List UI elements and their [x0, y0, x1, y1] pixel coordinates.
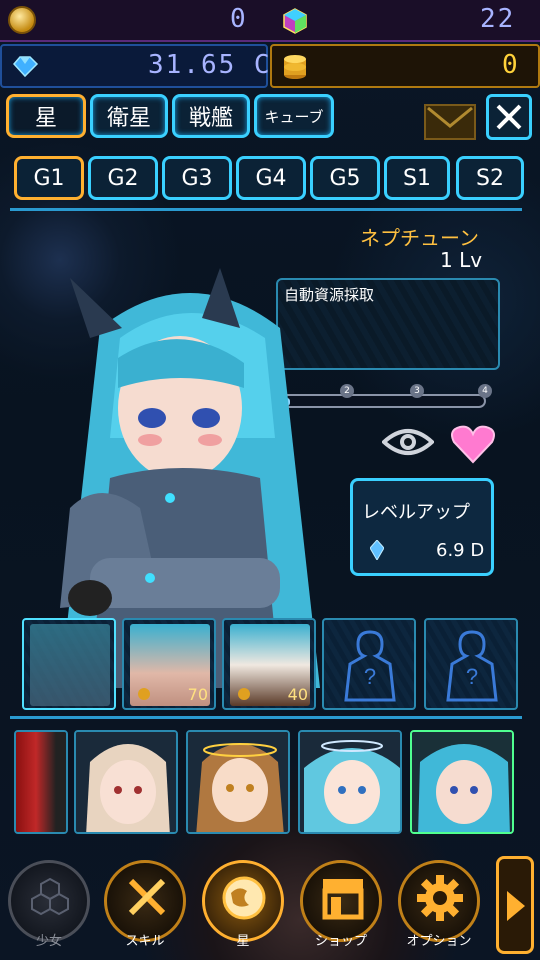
- girl-thumbnail: [16, 732, 66, 832]
- girl-thumbnail: [188, 732, 288, 832]
- girl-portrait-selected[interactable]: [410, 730, 514, 834]
- svg-text:?: ?: [466, 664, 478, 689]
- level-up-button[interactable]: [350, 478, 494, 576]
- grade-s2[interactable]: S2: [456, 156, 524, 200]
- tab-battleship[interactable]: 戦艦: [172, 94, 250, 138]
- shop-icon: [322, 879, 364, 920]
- nav-shop-label: ショップ: [314, 934, 367, 949]
- girl-thumbnail: [300, 732, 400, 832]
- locked-silhouette-icon: ?: [446, 630, 498, 702]
- cube-count: 22: [480, 4, 516, 34]
- chevron-right-icon: [507, 891, 525, 921]
- tab-satellite[interactable]: 衛星: [90, 94, 168, 138]
- planet-name: ネプチューン: [360, 226, 479, 250]
- level-up-cost: 6.9 D: [436, 540, 485, 561]
- nav-skill-label: スキル: [125, 934, 165, 949]
- gear-icon: [417, 875, 463, 921]
- close-button[interactable]: [486, 94, 532, 140]
- tab-label: 衛星: [106, 106, 151, 131]
- level-up-label: レベルアップ: [362, 502, 470, 523]
- nav-next-button[interactable]: [496, 856, 534, 954]
- outfit-cost: 70: [187, 685, 208, 704]
- girl-portrait[interactable]: [14, 730, 68, 834]
- tab-label: キューブ: [264, 107, 324, 126]
- girl-portrait[interactable]: [74, 730, 178, 834]
- grade-g2[interactable]: G2: [88, 156, 158, 200]
- grade-g5[interactable]: G5: [310, 156, 380, 200]
- grade-g4[interactable]: G4: [236, 156, 306, 200]
- outfit-slot[interactable]: 40: [222, 618, 316, 710]
- outfit-slot[interactable]: 70: [122, 618, 216, 710]
- grade-label: G2: [107, 165, 139, 191]
- coin-count: 0: [230, 4, 248, 34]
- outfit-cost: 40: [287, 685, 308, 704]
- grade-g1[interactable]: G1: [14, 156, 84, 200]
- divider: [10, 716, 522, 719]
- nav-option-label: オプション: [406, 934, 472, 949]
- nav-planet-label: 星: [236, 934, 250, 949]
- progress-marker: 3: [410, 384, 424, 398]
- grade-label: G4: [255, 165, 287, 191]
- planet-level: 1 Lv: [440, 248, 483, 272]
- outfit-slot-locked[interactable]: ?: [322, 618, 416, 710]
- nav-girls-label: 少女: [35, 934, 62, 949]
- tab-label: 戦艦: [188, 106, 233, 131]
- crystal-amount: 31.65 C: [148, 50, 272, 80]
- sword-icon: [128, 878, 166, 916]
- top-currency-bar: [0, 0, 540, 42]
- svg-text:?: ?: [364, 664, 376, 689]
- outfit-slot[interactable]: [22, 618, 116, 710]
- progress-marker: 4: [478, 384, 492, 398]
- hex-icon: [31, 877, 69, 916]
- grade-label: S1: [403, 165, 431, 191]
- tab-label: 星: [34, 106, 57, 131]
- gold-stack-icon: [284, 55, 306, 79]
- crystal-icon: [12, 56, 39, 78]
- coin-icon: [138, 688, 150, 700]
- tab-star[interactable]: 星: [6, 94, 86, 138]
- grade-label: G5: [329, 165, 361, 191]
- grade-label: G3: [181, 165, 213, 191]
- outfit-slot-locked[interactable]: ?: [424, 618, 518, 710]
- girl-thumbnail: [76, 732, 176, 832]
- mail-icon[interactable]: [424, 104, 476, 140]
- grade-g3[interactable]: G3: [162, 156, 232, 200]
- outfit-thumbnail: [30, 624, 110, 706]
- tab-cube[interactable]: キューブ: [254, 94, 334, 138]
- grade-label: G1: [33, 165, 65, 191]
- cube-icon: [283, 8, 307, 34]
- planet-icon: [222, 876, 266, 920]
- heart-icon[interactable]: [450, 424, 496, 464]
- girl-thumbnail: [412, 732, 512, 832]
- girl-portrait[interactable]: [298, 730, 402, 834]
- coin-icon: [8, 6, 36, 34]
- close-icon: [496, 104, 522, 130]
- eye-icon[interactable]: [382, 424, 434, 460]
- crystal-icon: [370, 540, 384, 560]
- divider: [10, 208, 522, 211]
- gold-bar: [270, 44, 540, 88]
- grade-label: S2: [476, 165, 504, 191]
- locked-silhouette-icon: ?: [344, 630, 396, 702]
- coin-icon: [238, 688, 250, 700]
- gold-amount: 0: [502, 50, 520, 80]
- girl-portrait[interactable]: [186, 730, 290, 834]
- grade-s1[interactable]: S1: [384, 156, 450, 200]
